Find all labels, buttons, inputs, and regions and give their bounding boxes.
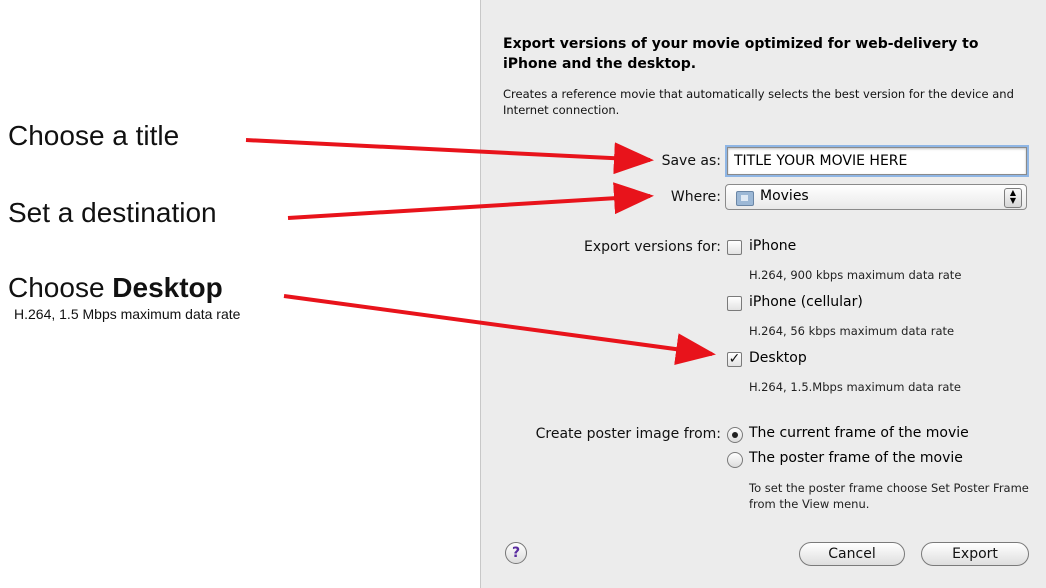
annotation-arrows	[245, 138, 716, 366]
arrow-to-where	[287, 182, 654, 220]
arrow-to-save-as	[245, 138, 654, 175]
arrow-to-desktop	[283, 294, 716, 366]
